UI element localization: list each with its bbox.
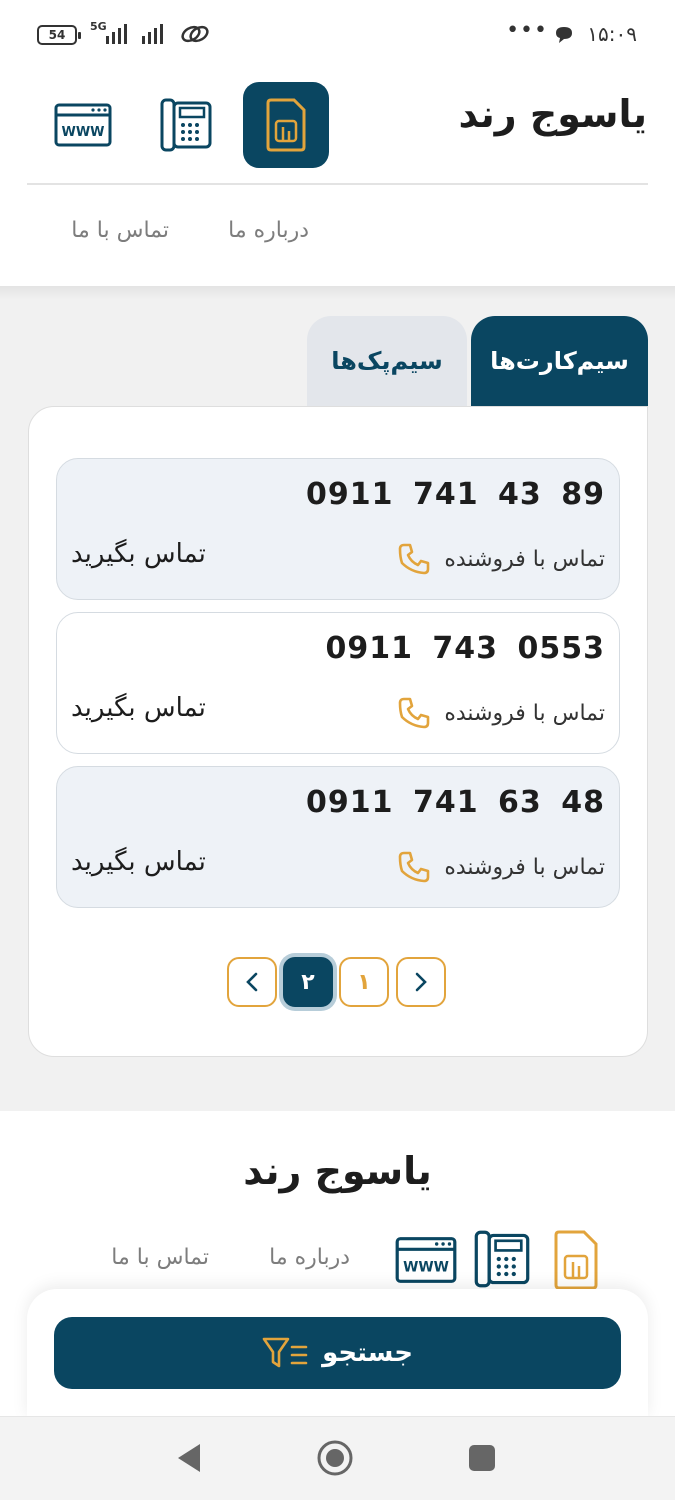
office-phone-icon [160,98,212,152]
search-button[interactable]: جستجو [54,1317,621,1389]
chevron-left-icon [246,972,258,992]
phone-number: 0911 741 43 89 [306,477,605,512]
search-button-label: جستجو [322,1338,413,1368]
more-notifications-icon: ••• [506,18,548,43]
footer-brand-title: یاسوج رند [243,1149,432,1193]
sim-card-category-button[interactable] [243,82,329,168]
recent-apps-icon[interactable] [467,1443,497,1473]
sim-card-icon[interactable] [552,1229,600,1291]
signal-strength-icon [106,24,127,44]
call-now-label[interactable]: تماس بگیرید [71,847,206,877]
contact-seller[interactable]: تماس با فروشنده [396,541,605,577]
tab-sim-packs[interactable]: سیم‌پک‌ها [307,316,467,406]
filter-icon [262,1337,308,1368]
contact-seller-label: تماس با فروشنده [444,700,605,726]
battery-indicator: 54 [37,25,81,45]
landline-category-button[interactable] [143,82,229,168]
svg-text:WWW: WWW [61,125,104,140]
call-now-label[interactable]: تماس بگیرید [71,539,206,569]
website-category-button[interactable]: WWW [40,82,126,168]
call-now-label[interactable]: تماس بگیرید [71,693,206,723]
status-bar: 54 5G ••• ۱۵:۰۹ [0,0,675,70]
pagination-page-2[interactable]: ۲ [283,957,333,1007]
signal-strength-icon [142,24,163,44]
nav-about-link[interactable]: درباره ما [228,218,309,243]
contact-seller-label: تماس با فروشنده [444,854,605,880]
chevron-right-icon [415,972,427,992]
listing-card[interactable]: 0911 741 43 89 تماس با فروشنده تماس بگیر… [56,458,620,600]
tab-sim-cards[interactable]: سیم‌کارت‌ها [471,316,648,406]
listing-card[interactable]: 0911 741 63 48 تماس با فروشنده تماس بگیر… [56,766,620,908]
phone-number: 0911 741 63 48 [306,785,605,820]
svg-text:WWW: WWW [403,1260,449,1276]
pagination: ۲ ۱ [29,957,647,1007]
listings-panel: 0911 741 43 89 تماس با فروشنده تماس بگیر… [28,406,648,1057]
nav-contact-link[interactable]: تماس با ما [71,218,169,243]
pagination-next-button[interactable] [227,957,277,1007]
message-bubble-icon [556,27,572,43]
phone-icon [399,543,430,575]
back-icon[interactable] [174,1441,204,1475]
footer-contact-link[interactable]: تماس با ما [111,1245,209,1270]
pagination-page-1[interactable]: ۱ [339,957,389,1007]
header-shadow [0,286,675,300]
phone-icon [399,851,430,883]
web-browser-icon[interactable]: WWW [394,1235,458,1285]
app-header: یاسوج رند WWW درباره ما تماس با ما [0,70,675,288]
home-icon[interactable] [316,1439,354,1477]
pagination-prev-button[interactable] [396,957,446,1007]
contact-seller[interactable]: تماس با فروشنده [396,849,605,885]
contact-seller[interactable]: تماس با فروشنده [396,695,605,731]
link-icon [181,25,209,43]
web-browser-icon: WWW [54,103,112,147]
phone-icon [399,697,430,729]
brand-title: یاسوج رند [458,92,647,136]
system-navigation-bar [0,1416,675,1500]
listing-card[interactable]: 0911 743 0553 تماس با فروشنده تماس بگیری… [56,612,620,754]
header-divider [27,183,648,185]
sim-card-icon [266,98,306,152]
office-phone-icon[interactable] [472,1229,532,1289]
footer-about-link[interactable]: درباره ما [269,1245,350,1270]
network-type-label: 5G [90,20,107,33]
clock: ۱۵:۰۹ [587,22,637,46]
phone-number: 0911 743 0553 [325,631,605,666]
contact-seller-label: تماس با فروشنده [444,546,605,572]
main-content: سیم‌کارت‌ها سیم‌پک‌ها 0911 741 43 89 تما… [0,288,675,1111]
